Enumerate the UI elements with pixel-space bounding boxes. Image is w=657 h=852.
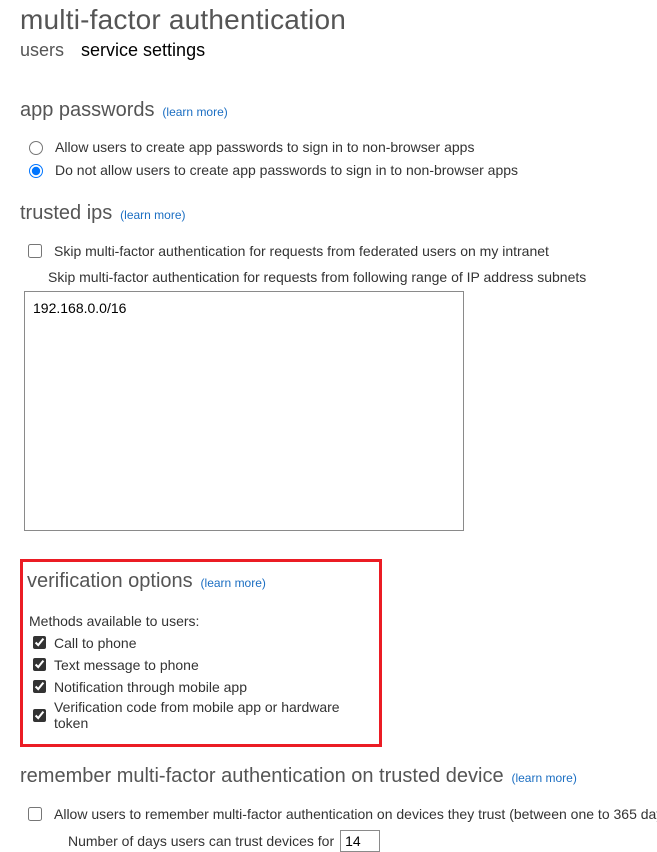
input-days-trust[interactable] bbox=[340, 830, 380, 852]
label-skip-ranges: Skip multi-factor authentication for req… bbox=[48, 269, 657, 285]
radio-disallow-app-passwords[interactable] bbox=[29, 164, 43, 178]
tab-service-settings[interactable]: service settings bbox=[81, 40, 205, 61]
checkbox-skip-federated[interactable] bbox=[28, 244, 42, 258]
label-skip-federated: Skip multi-factor authentication for req… bbox=[54, 243, 549, 259]
learn-more-trusted-ips[interactable]: learn more bbox=[120, 208, 185, 222]
label-methods-available: Methods available to users: bbox=[29, 613, 369, 629]
label-text-to-phone: Text message to phone bbox=[54, 657, 199, 673]
label-allow-app-passwords: Allow users to create app passwords to s… bbox=[55, 139, 474, 155]
checkbox-notification-app[interactable] bbox=[33, 680, 46, 693]
verification-options-highlight: verification options learn more Methods … bbox=[20, 559, 382, 747]
label-remember-mfa: Allow users to remember multi-factor aut… bbox=[54, 806, 657, 822]
label-disallow-app-passwords: Do not allow users to create app passwor… bbox=[55, 162, 518, 178]
section-verification-options: verification options bbox=[27, 570, 193, 593]
tab-users[interactable]: users bbox=[20, 40, 64, 61]
checkbox-call-to-phone[interactable] bbox=[33, 636, 46, 649]
section-app-passwords: app passwords bbox=[20, 99, 155, 122]
learn-more-app-passwords[interactable]: learn more bbox=[162, 105, 227, 119]
section-trusted-ips: trusted ips bbox=[20, 202, 112, 225]
label-call-to-phone: Call to phone bbox=[54, 635, 137, 651]
page-title: multi-factor authentication bbox=[20, 4, 657, 36]
checkbox-verification-code[interactable] bbox=[33, 709, 46, 722]
label-days-trust: Number of days users can trust devices f… bbox=[68, 833, 334, 849]
checkbox-remember-mfa[interactable] bbox=[28, 807, 42, 821]
radio-allow-app-passwords[interactable] bbox=[29, 141, 43, 155]
label-verification-code: Verification code from mobile app or har… bbox=[54, 699, 369, 731]
learn-more-remember[interactable]: learn more bbox=[511, 771, 576, 785]
learn-more-verification[interactable]: learn more bbox=[201, 576, 266, 590]
ip-subnets-input[interactable] bbox=[24, 291, 464, 531]
tabs: users service settings bbox=[20, 40, 657, 61]
checkbox-text-to-phone[interactable] bbox=[33, 658, 46, 671]
section-remember-mfa: remember multi-factor authentication on … bbox=[20, 765, 504, 788]
label-notification-app: Notification through mobile app bbox=[54, 679, 247, 695]
